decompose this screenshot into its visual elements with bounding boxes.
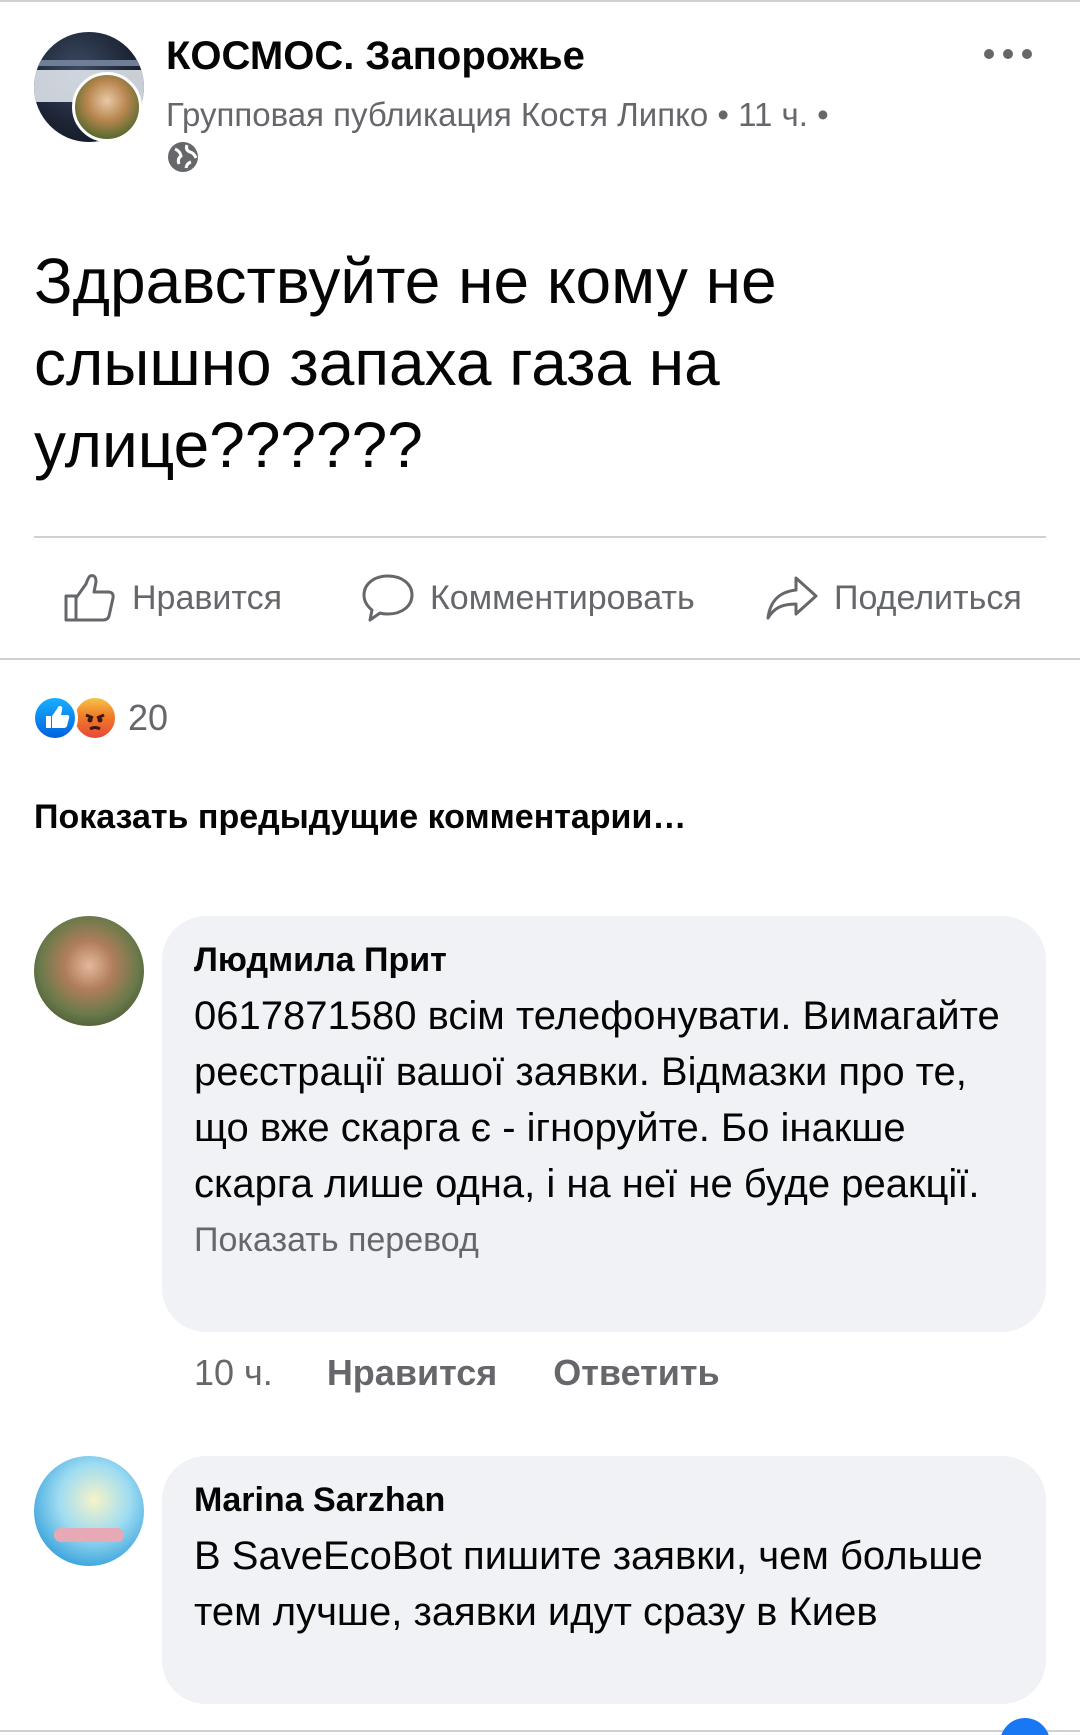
post-divider bbox=[34, 536, 1046, 538]
commenter-avatar[interactable] bbox=[34, 1456, 144, 1566]
more-dot bbox=[984, 49, 994, 59]
top-divider bbox=[0, 0, 1080, 2]
comment-icon bbox=[362, 574, 414, 622]
share-button[interactable]: Поделиться bbox=[762, 568, 1022, 628]
commenter-avatar[interactable] bbox=[34, 916, 144, 1026]
actions-divider bbox=[0, 658, 1080, 660]
reactions-summary[interactable]: 20 bbox=[32, 694, 168, 742]
group-avatar-band bbox=[34, 60, 144, 66]
share-icon bbox=[766, 576, 818, 620]
comment-author[interactable]: Людмила Прит bbox=[194, 938, 1014, 982]
post-text: Здравствуйте не кому не слышно запаха га… bbox=[34, 245, 777, 481]
comment-time[interactable]: 10 ч. bbox=[194, 1352, 273, 1394]
more-dot bbox=[1022, 49, 1032, 59]
show-translation-link[interactable]: Показать перевод bbox=[194, 1218, 1014, 1262]
post-header: КОСМОС. Запорожье Групповая публикация К… bbox=[34, 32, 1054, 172]
more-dot bbox=[1003, 49, 1013, 59]
post-meta: Групповая публикация Костя Липко • 11 ч.… bbox=[166, 96, 829, 133]
angry-reaction-icon bbox=[72, 695, 118, 741]
like-button[interactable]: Нравится bbox=[60, 568, 282, 628]
author-avatar[interactable] bbox=[72, 72, 142, 142]
comment-button[interactable]: Комментировать bbox=[358, 568, 695, 628]
comment-label: Комментировать bbox=[430, 578, 695, 617]
thumbs-up-icon bbox=[46, 706, 70, 728]
comment-bubble: Людмила Прит 0617871580 всім телефонуват… bbox=[162, 916, 1046, 1332]
bottom-divider bbox=[0, 1730, 1080, 1732]
comment-like-button[interactable]: Нравится bbox=[327, 1352, 497, 1394]
comment-bubble: Marina Sarzhan В SaveEcoBot пишите заявк… bbox=[162, 1456, 1046, 1704]
angry-face-icon bbox=[85, 713, 105, 731]
comment-reply-button[interactable]: Ответить bbox=[553, 1352, 719, 1394]
comment-text: В SaveEcoBot пишите заявки, чем больше т… bbox=[194, 1534, 983, 1634]
share-label: Поделиться bbox=[834, 578, 1022, 617]
thumbs-up-icon bbox=[64, 574, 115, 622]
show-previous-comments-link[interactable]: Показать предыдущие комментарии… bbox=[34, 798, 686, 837]
like-label: Нравится bbox=[132, 578, 283, 617]
globe-icon bbox=[168, 142, 198, 172]
like-reaction-icon bbox=[32, 695, 78, 741]
comment-text: 0617871580 всім телефонувати. Вимагайте … bbox=[194, 994, 1000, 1206]
reaction-count: 20 bbox=[128, 697, 169, 738]
comment-actions: 10 ч. Нравится Ответить bbox=[194, 1352, 720, 1394]
group-name[interactable]: КОСМОС. Запорожье bbox=[166, 34, 585, 79]
floating-button-peek[interactable] bbox=[1000, 1718, 1050, 1735]
more-icon[interactable] bbox=[984, 44, 1032, 64]
comment-author[interactable]: Marina Sarzhan bbox=[194, 1478, 1014, 1522]
